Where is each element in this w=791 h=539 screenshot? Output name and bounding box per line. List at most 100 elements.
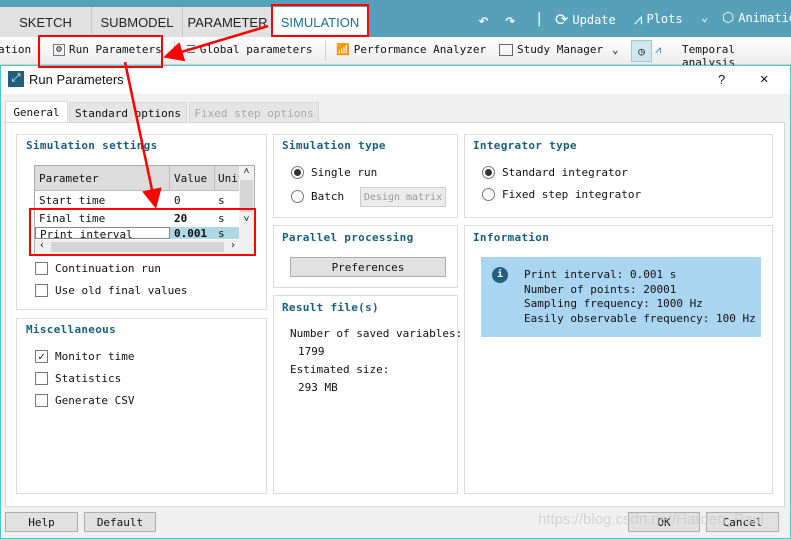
fixed-step-integrator-label: Fixed step integrator (502, 188, 642, 201)
simulation-settings-title: Simulation settings (26, 139, 158, 152)
batch-radio[interactable]: Batch (291, 190, 344, 203)
plot-icon: ⩘ (634, 10, 643, 28)
use-old-final-values-checkbox[interactable]: Use old final values (35, 284, 187, 297)
separator (325, 41, 326, 61)
generate-csv-label: Generate CSV (55, 394, 135, 407)
info-line: Number of points: 20001 (524, 282, 677, 296)
monitor-time-checkbox[interactable]: ✓ Monitor time (35, 350, 134, 363)
scroll-right-icon[interactable]: › (230, 240, 236, 254)
watermark: https://blog.csdn.net/Harden_Paul (538, 511, 764, 528)
help-icon[interactable]: ? (718, 72, 725, 87)
checkbox[interactable] (35, 394, 48, 407)
saved-variables-value: 1799 (298, 345, 325, 358)
info-line: Easily observable frequency: 100 Hz (524, 311, 756, 325)
cell-parameter[interactable]: Print interval (35, 227, 170, 239)
temporal-curve-icon[interactable]: ⩘ (655, 43, 661, 57)
app-icon: ⤢ (8, 71, 24, 87)
fixed-step-integrator-radio[interactable]: Fixed step integrator (482, 188, 641, 201)
scroll-up-icon[interactable]: ˄ (239, 166, 254, 178)
column-header-parameter[interactable]: Parameter (35, 166, 170, 191)
cell-unit: s (218, 193, 225, 207)
scroll-thumb[interactable] (51, 242, 224, 252)
estimated-size-value: 293 MB (298, 381, 338, 394)
tab-general[interactable]: General (5, 101, 68, 123)
default-button[interactable]: Default (84, 512, 156, 532)
update-button[interactable]: ⟳ Update (555, 10, 616, 29)
monitor-time-label: Monitor time (55, 350, 135, 363)
scroll-down-icon[interactable]: ˅ (239, 214, 254, 226)
scroll-left-icon[interactable]: ‹ (39, 240, 45, 254)
info-line: Sampling frequency: 1000 Hz (524, 297, 703, 310)
cell-unit: s (218, 211, 225, 225)
update-label: Update (572, 12, 616, 27)
help-button[interactable]: Help (5, 512, 78, 532)
cell-value[interactable]: 0 (170, 194, 215, 207)
radio-selected[interactable] (291, 166, 304, 179)
cell-parameter: Final time (39, 211, 106, 225)
sliders-icon: ☰ (186, 43, 196, 56)
temporal-clock-icon[interactable]: ◷ (631, 40, 652, 62)
study-manager-icon (499, 43, 513, 56)
vertical-scrollbar[interactable]: ˄ ˅ (239, 166, 254, 254)
redo-icon[interactable]: ↷ (505, 10, 516, 31)
result-files-title: Result file(s) (282, 301, 379, 314)
continuation-run-checkbox[interactable]: Continuation run (35, 262, 161, 275)
checkbox[interactable] (35, 262, 48, 275)
information-text: Print interval: 0.001 s Number of points… (524, 268, 756, 326)
gear-icon: ⚙ (53, 43, 65, 56)
table-row[interactable]: Final time 20 s (35, 209, 254, 227)
tab-simulation[interactable]: SIMULATION (273, 7, 368, 37)
radio-selected[interactable] (482, 166, 495, 179)
saved-variables-label: Number of saved variables: (290, 327, 463, 340)
undo-icon[interactable]: ↶ (478, 10, 489, 31)
animation-label: Animation (738, 11, 791, 25)
study-manager-button[interactable]: Study Manager (499, 43, 603, 56)
performance-analyzer-label: Performance Analyzer (353, 43, 487, 56)
batch-label: Batch (311, 190, 345, 203)
cell-unit: s (218, 227, 225, 239)
standard-integrator-radio[interactable]: Standard integrator (482, 166, 628, 179)
cell-value[interactable]: 20 (170, 212, 215, 225)
parameter-grid: Parameter Value Unit Start time 0 s Fina… (34, 165, 255, 255)
preferences-button[interactable]: Preferences (290, 257, 446, 277)
column-header-unit[interactable]: Unit (215, 172, 239, 185)
radio[interactable] (482, 188, 495, 201)
run-parameters-button[interactable]: ⚙ Run Parameters (53, 43, 162, 56)
table-row-selected[interactable]: Print interval 0.001 s (35, 227, 254, 239)
chevron-down-icon[interactable]: ⌄ (701, 10, 708, 24)
global-parameters-button[interactable]: ☰ Global parameters (186, 43, 312, 56)
tab-parameter[interactable]: PARAMETER (183, 7, 273, 37)
dialog-title: Run Parameters (29, 72, 124, 87)
single-run-radio[interactable]: Single run (291, 166, 377, 179)
statistics-checkbox[interactable]: Statistics (35, 372, 121, 385)
generate-csv-checkbox[interactable]: Generate CSV (35, 394, 134, 407)
design-matrix-button: Design matrix (360, 187, 446, 207)
tab-standard-options[interactable]: Standard options (69, 102, 187, 123)
cell-value[interactable]: 0.001 (170, 227, 215, 239)
scroll-thumb[interactable] (240, 180, 253, 212)
toolbar-item-simulation[interactable]: ation (0, 43, 31, 56)
column-header-value[interactable]: Value (170, 166, 215, 191)
animation-icon: ⬡ (722, 10, 735, 26)
continuation-run-label: Continuation run (55, 262, 161, 275)
estimated-size-label: Estimated size: (290, 363, 390, 376)
separator (174, 41, 175, 61)
close-icon[interactable]: ✕ (760, 71, 768, 87)
plots-button[interactable]: ⩘ Plots (634, 10, 683, 28)
radio[interactable] (291, 190, 304, 203)
run-parameters-label: Run Parameters (69, 43, 162, 56)
performance-analyzer-button[interactable]: 📶 Performance Analyzer (336, 43, 486, 56)
horizontal-scrollbar[interactable]: ‹ › (35, 240, 240, 254)
table-row[interactable]: Start time 0 s (35, 191, 254, 209)
checkmark-icon[interactable]: ✓ (35, 350, 48, 363)
bar-chart-icon: 📶 (336, 43, 350, 56)
checkbox[interactable] (35, 372, 48, 385)
animation-button[interactable]: ⬡Animation (722, 10, 791, 26)
tab-sketch[interactable]: SKETCH (0, 7, 92, 37)
miscellaneous-title: Miscellaneous (26, 323, 116, 336)
tab-submodel[interactable]: SUBMODEL (92, 7, 183, 37)
integrator-type-title: Integrator type (473, 139, 577, 152)
chevron-down-icon[interactable]: ⌄ (612, 43, 619, 56)
checkbox[interactable] (35, 284, 48, 297)
use-old-final-values-label: Use old final values (55, 284, 188, 297)
